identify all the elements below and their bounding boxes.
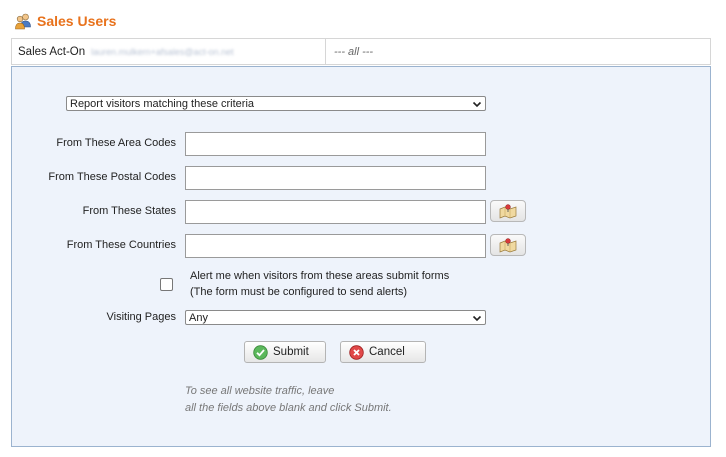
- alert-description: Alert me when visitors from these areas …: [190, 268, 449, 300]
- account-email: lauren.mulkern+afsales@act-on.net: [91, 46, 234, 57]
- close-icon: [349, 344, 364, 360]
- account-cell: Sales Act-On lauren.mulkern+afsales@act-…: [12, 39, 326, 64]
- map-pin-icon: [499, 238, 517, 253]
- area-codes-label: From These Area Codes: [56, 137, 176, 149]
- states-map-picker-button[interactable]: [490, 200, 526, 222]
- account-info-row: Sales Act-On lauren.mulkern+afsales@act-…: [11, 38, 711, 65]
- countries-map-picker-button[interactable]: [490, 234, 526, 256]
- countries-label: From These Countries: [66, 239, 176, 251]
- users-icon: [14, 12, 32, 30]
- page-title: Sales Users: [37, 13, 117, 29]
- filter-cell[interactable]: --- all ---: [326, 39, 710, 64]
- hint-line-2: all the fields above blank and click Sub…: [185, 402, 392, 414]
- postal-codes-input[interactable]: [185, 166, 486, 190]
- states-input[interactable]: [185, 200, 486, 224]
- cancel-label: Cancel: [369, 346, 405, 358]
- criteria-panel: Report visitors matching these criteria …: [11, 66, 711, 447]
- help-hint: To see all website traffic, leave all th…: [185, 383, 392, 417]
- submit-button[interactable]: Submit: [244, 341, 326, 363]
- states-label: From These States: [82, 205, 176, 217]
- countries-input[interactable]: [185, 234, 486, 258]
- alert-line-1: Alert me when visitors from these areas …: [190, 270, 450, 282]
- filter-value: --- all ---: [334, 45, 374, 58]
- alert-line-2: (The form must be configured to send ale…: [190, 286, 408, 298]
- checkmark-icon: [253, 344, 268, 360]
- account-label: Sales Act-On: [18, 45, 86, 58]
- visiting-pages-label: Visiting Pages: [106, 311, 176, 323]
- chevron-down-icon: [472, 101, 482, 107]
- map-pin-icon: [499, 204, 517, 219]
- cancel-button[interactable]: Cancel: [340, 341, 426, 363]
- visiting-pages-value: Any: [189, 311, 208, 324]
- postal-codes-label: From These Postal Codes: [48, 171, 176, 183]
- area-codes-input[interactable]: [185, 132, 486, 156]
- page-header: Sales Users: [14, 10, 116, 32]
- criteria-select[interactable]: Report visitors matching these criteria: [66, 96, 486, 111]
- criteria-select-value: Report visitors matching these criteria: [70, 97, 255, 110]
- chevron-down-icon: [472, 315, 482, 321]
- hint-line-1: To see all website traffic, leave: [185, 385, 335, 397]
- submit-label: Submit: [273, 346, 309, 358]
- visiting-pages-select[interactable]: Any: [185, 310, 486, 325]
- alert-checkbox[interactable]: [160, 278, 173, 291]
